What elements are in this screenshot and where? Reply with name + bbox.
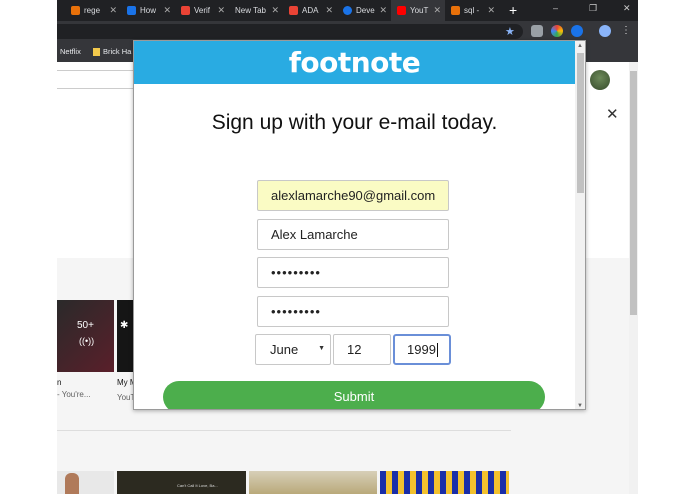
video-subtitle: - You're... (57, 390, 91, 399)
tab-2[interactable]: How ✕ (121, 0, 175, 21)
video-title[interactable]: n (57, 378, 61, 387)
divider (57, 430, 511, 431)
folder-icon (93, 47, 100, 56)
tab-7-active[interactable]: YouT ✕ (391, 0, 445, 21)
video-thumbnail[interactable]: 50+ ((•)) (57, 300, 114, 372)
tab-favicon-icon (71, 6, 80, 15)
video-thumbnail[interactable]: Can't Call It Love, Ba... (117, 471, 246, 494)
tab-favicon-icon (343, 6, 352, 15)
bookmark-brick[interactable]: Brick Ha (93, 47, 131, 56)
tab-favicon-icon (127, 6, 136, 15)
scroll-up-icon[interactable]: ▲ (577, 43, 583, 49)
close-icon[interactable]: ✕ (606, 105, 619, 123)
bookmark-netflix[interactable]: Netflix (60, 47, 81, 56)
name-field[interactable]: Alex Lamarche (257, 219, 449, 250)
new-tab-button[interactable]: + (509, 2, 517, 18)
video-thumbnail[interactable] (57, 471, 114, 494)
thumb-caption: Can't Call It Love, Ba... (177, 483, 218, 488)
tab-close-icon[interactable]: ✕ (433, 5, 445, 16)
tab-4[interactable]: New Tab ✕ (229, 0, 283, 21)
video-thumbnail[interactable] (249, 471, 377, 494)
restore-button[interactable]: ❐ (589, 3, 597, 14)
tab-close-icon[interactable]: ✕ (217, 5, 229, 16)
tab-label: Deve (356, 6, 375, 15)
tab-favicon-icon (451, 6, 460, 15)
birth-year-field[interactable]: 1999 (393, 334, 451, 365)
email-field[interactable]: alexlamarche90@gmail.com (257, 180, 449, 211)
profile-icon[interactable] (599, 25, 611, 37)
toolbar: ★ ⋮ (57, 21, 638, 42)
bookmark-label: Brick Ha (103, 47, 132, 56)
tab-label: rege (84, 6, 101, 15)
avatar[interactable] (590, 70, 610, 90)
tab-favicon-icon (181, 6, 190, 15)
person-image (65, 473, 79, 494)
address-bar[interactable]: ★ (57, 24, 523, 39)
birth-day-field[interactable]: 12 (333, 334, 391, 365)
badge: 50+ (77, 320, 94, 331)
month-value: June (270, 342, 299, 357)
tab-close-icon[interactable]: ✕ (379, 5, 391, 16)
figure-icon: ✱ (120, 320, 129, 331)
year-value: 1999 (407, 342, 436, 357)
extension-icon[interactable] (531, 25, 543, 37)
search-box[interactable] (57, 70, 137, 89)
page-scrollbar-thumb[interactable] (630, 71, 637, 315)
screen: rege ✕ How ✕ Verif ✕ New Tab ✕ ADA ✕ Dev… (0, 0, 695, 494)
broadcast-icon: ((•)) (79, 336, 95, 346)
tab-6[interactable]: Deve ✕ (337, 0, 391, 21)
tab-label: How (140, 6, 157, 15)
tab-close-icon[interactable]: ✕ (271, 5, 283, 16)
minimize-button[interactable]: – (553, 3, 558, 13)
tab-1[interactable]: rege ✕ (65, 0, 121, 21)
page-scrollbar[interactable] (629, 62, 638, 494)
birth-month-select[interactable]: June ▼ (255, 334, 331, 365)
color-picker-icon[interactable] (551, 25, 563, 37)
footnote-logo: footnote (288, 46, 421, 79)
youtube-favicon-icon (397, 6, 406, 15)
popup-header: footnote (134, 41, 575, 84)
tab-label: YouT (410, 6, 429, 15)
text-cursor (436, 342, 438, 357)
tab-label: Verif (194, 6, 211, 15)
popup-scrollbar[interactable]: ▲ ▼ (575, 41, 585, 409)
tab-favicon-icon (289, 6, 298, 15)
signup-popup: footnote Sign up with your e-mail today.… (133, 40, 586, 410)
tab-label: New Tab (235, 6, 266, 15)
close-window-button[interactable]: ✕ (623, 3, 631, 14)
tab-close-icon[interactable]: ✕ (109, 5, 121, 16)
submit-button[interactable]: Submit (163, 381, 545, 409)
scroll-down-icon[interactable]: ▼ (577, 403, 583, 409)
tab-8[interactable]: sql - ✕ (445, 0, 499, 21)
tab-3[interactable]: Verif ✕ (175, 0, 229, 21)
confirm-password-field[interactable]: ••••••••• (257, 296, 449, 327)
tab-5[interactable]: ADA ✕ (283, 0, 337, 21)
tab-close-icon[interactable]: ✕ (487, 5, 499, 16)
bookmark-label: Netflix (60, 47, 81, 56)
tab-label: ADA (302, 6, 319, 15)
video-thumbnail[interactable]: ✱ (117, 300, 133, 372)
bookmark-star-icon[interactable]: ★ (505, 25, 515, 38)
video-thumbnail[interactable] (380, 471, 509, 494)
footnote-extension-icon[interactable] (571, 25, 583, 37)
tab-label: sql - (464, 6, 480, 15)
password-field[interactable]: ••••••••• (257, 257, 449, 288)
tab-close-icon[interactable]: ✕ (325, 5, 337, 16)
dropdown-caret-icon: ▼ (318, 345, 325, 352)
tab-bar: rege ✕ How ✕ Verif ✕ New Tab ✕ ADA ✕ Dev… (57, 0, 638, 21)
menu-kebab-icon[interactable]: ⋮ (621, 25, 631, 37)
popup-headline: Sign up with your e-mail today. (211, 111, 498, 134)
tab-close-icon[interactable]: ✕ (163, 5, 175, 16)
popup-scrollbar-thumb[interactable] (577, 53, 584, 193)
